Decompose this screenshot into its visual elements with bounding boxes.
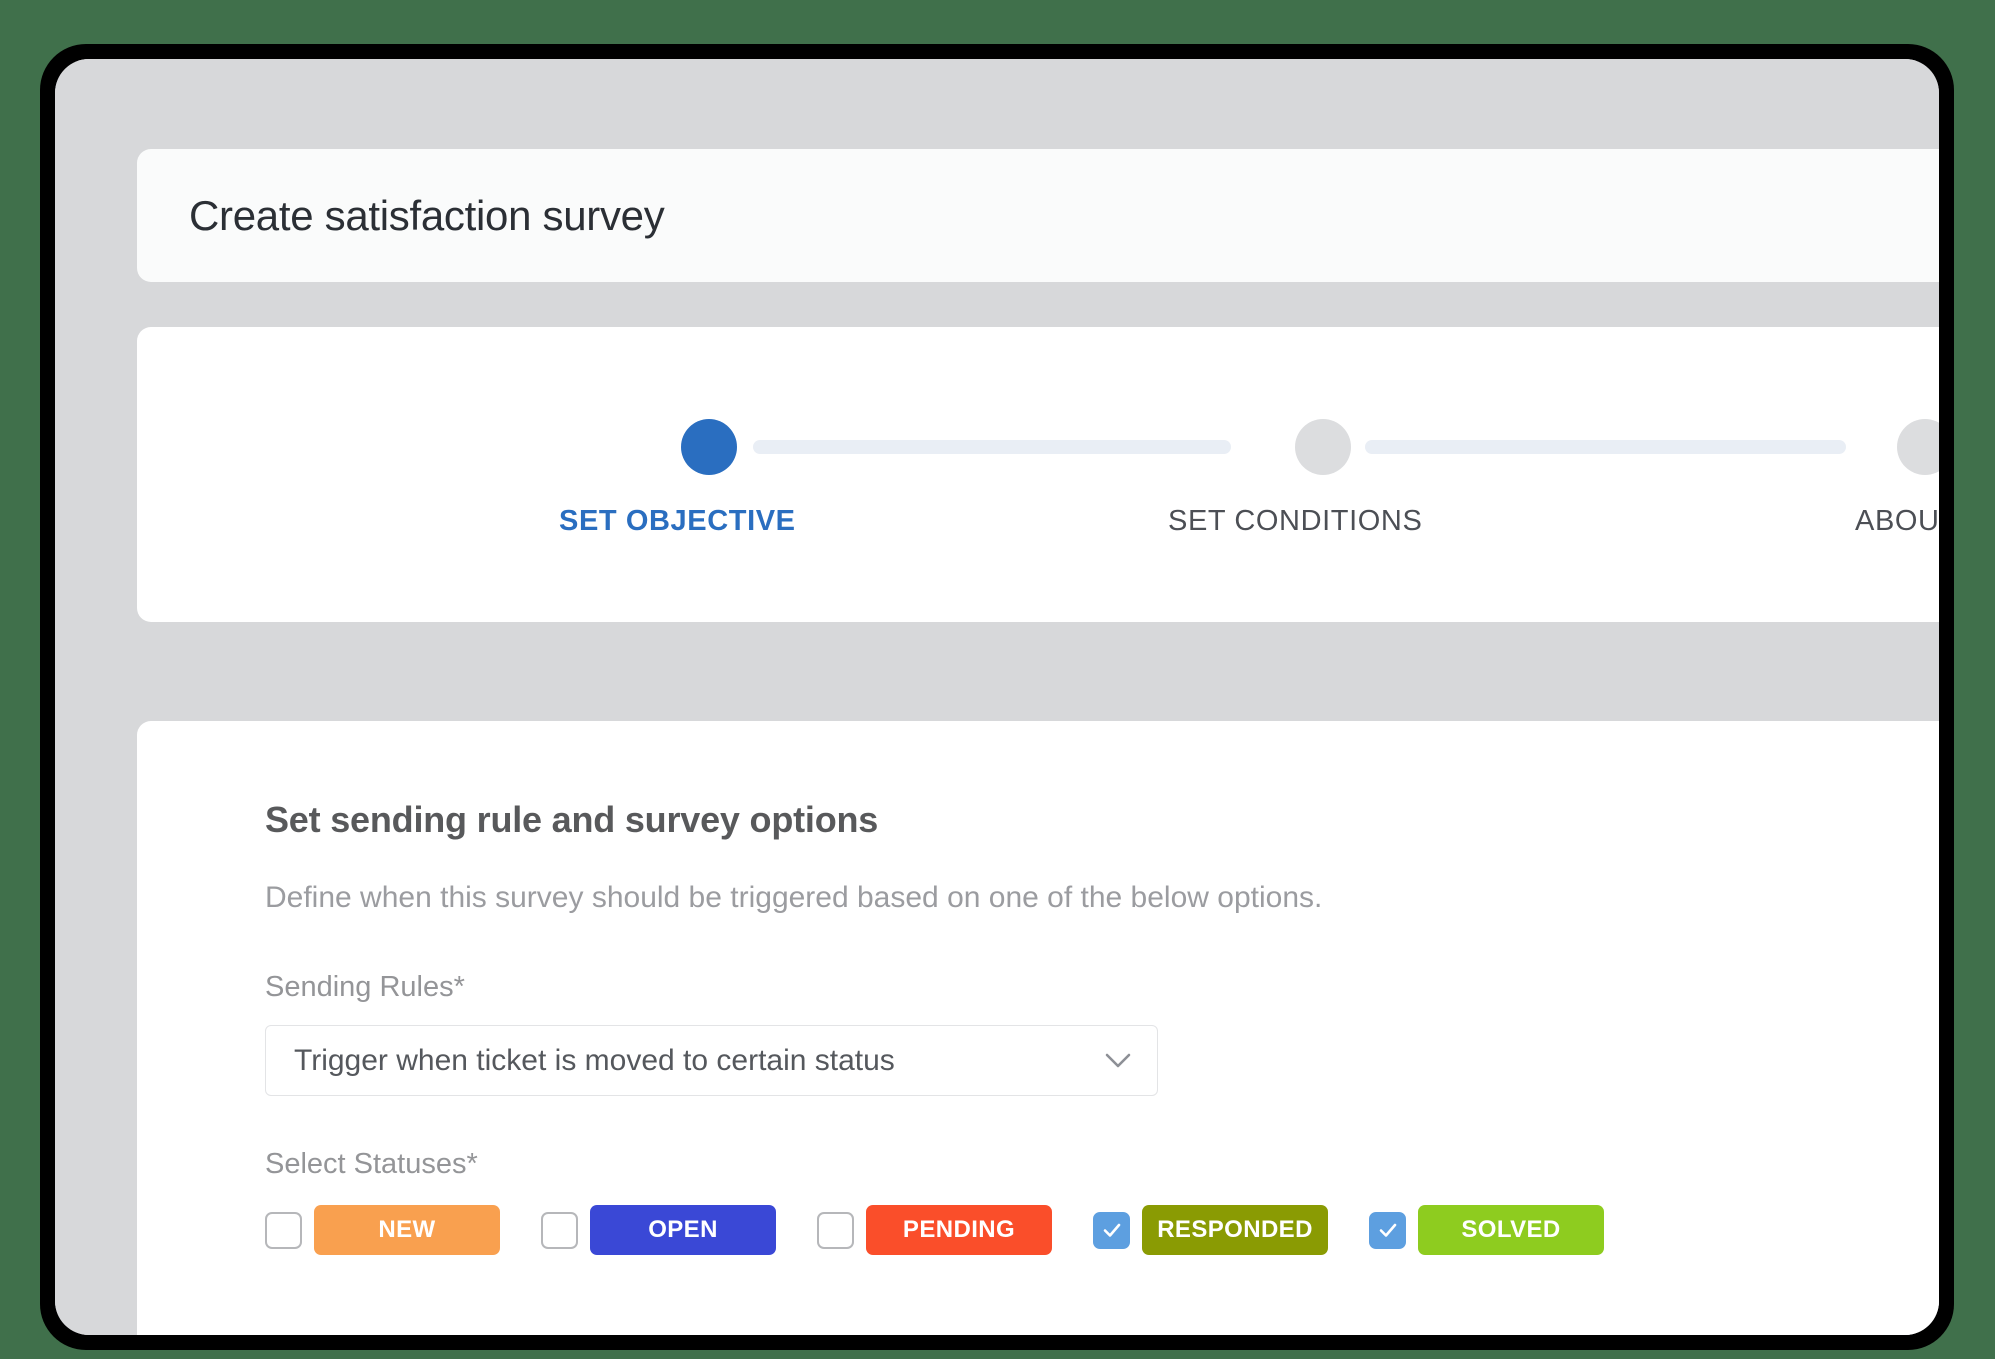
stepper-label-set-conditions[interactable]: SET CONDITIONS xyxy=(1168,505,1422,538)
status-item-pending: PENDING xyxy=(817,1205,1052,1255)
section-subtitle: Define when this survey should be trigge… xyxy=(265,881,1323,914)
check-icon xyxy=(1379,1223,1396,1237)
device-screen: Create satisfaction survey SET OBJECTIVE… xyxy=(55,59,1939,1335)
status-chip-responded[interactable]: RESPONDED xyxy=(1142,1205,1328,1255)
title-card: Create satisfaction survey xyxy=(137,149,1939,282)
status-checkbox-new[interactable] xyxy=(265,1211,302,1249)
form-card: Set sending rule and survey options Defi… xyxy=(137,721,1939,1335)
check-icon xyxy=(1103,1223,1120,1237)
device-frame: Create satisfaction survey SET OBJECTIVE… xyxy=(40,44,1954,1350)
status-chip-solved[interactable]: SOLVED xyxy=(1418,1205,1604,1255)
status-checkbox-solved[interactable] xyxy=(1369,1211,1406,1249)
stepper-track-2 xyxy=(1365,440,1846,454)
status-checkbox-open[interactable] xyxy=(541,1211,578,1249)
status-checkbox-responded[interactable] xyxy=(1093,1211,1130,1249)
chevron-down-icon xyxy=(1105,1053,1131,1067)
status-item-responded: RESPONDED xyxy=(1093,1205,1328,1255)
status-chip-new[interactable]: NEW xyxy=(314,1205,500,1255)
status-item-open: OPEN xyxy=(541,1205,776,1255)
form-content: Set sending rule and survey options Defi… xyxy=(137,721,1939,1255)
status-item-solved: SOLVED xyxy=(1369,1205,1604,1255)
status-item-new: NEW xyxy=(265,1205,500,1255)
stepper-label-about[interactable]: ABOUT xyxy=(1855,505,1939,538)
status-chip-open[interactable]: OPEN xyxy=(590,1205,776,1255)
status-list: NEW OPEN PENDING RESPONDED SOLVED xyxy=(265,1205,1939,1255)
select-statuses-label: Select Statuses* xyxy=(265,1148,478,1180)
stepper-track-1 xyxy=(753,440,1231,454)
stepper: SET OBJECTIVE SET CONDITIONS ABOUT xyxy=(137,327,1939,622)
sending-rules-label: Sending Rules* xyxy=(265,971,465,1003)
sending-rules-select[interactable]: Trigger when ticket is moved to certain … xyxy=(265,1025,1158,1096)
sending-rules-value: Trigger when ticket is moved to certain … xyxy=(294,1043,895,1077)
status-checkbox-pending[interactable] xyxy=(817,1211,854,1249)
stepper-dot-set-conditions[interactable] xyxy=(1295,419,1351,475)
stepper-dot-about[interactable] xyxy=(1897,419,1939,475)
status-chip-pending[interactable]: PENDING xyxy=(866,1205,1052,1255)
stepper-dot-set-objective[interactable] xyxy=(681,419,737,475)
app-viewport: Create satisfaction survey SET OBJECTIVE… xyxy=(55,59,1939,1335)
stepper-label-set-objective[interactable]: SET OBJECTIVE xyxy=(559,505,796,538)
page-title: Create satisfaction survey xyxy=(189,191,665,239)
section-heading: Set sending rule and survey options xyxy=(265,799,879,840)
stepper-card: SET OBJECTIVE SET CONDITIONS ABOUT xyxy=(137,327,1939,622)
